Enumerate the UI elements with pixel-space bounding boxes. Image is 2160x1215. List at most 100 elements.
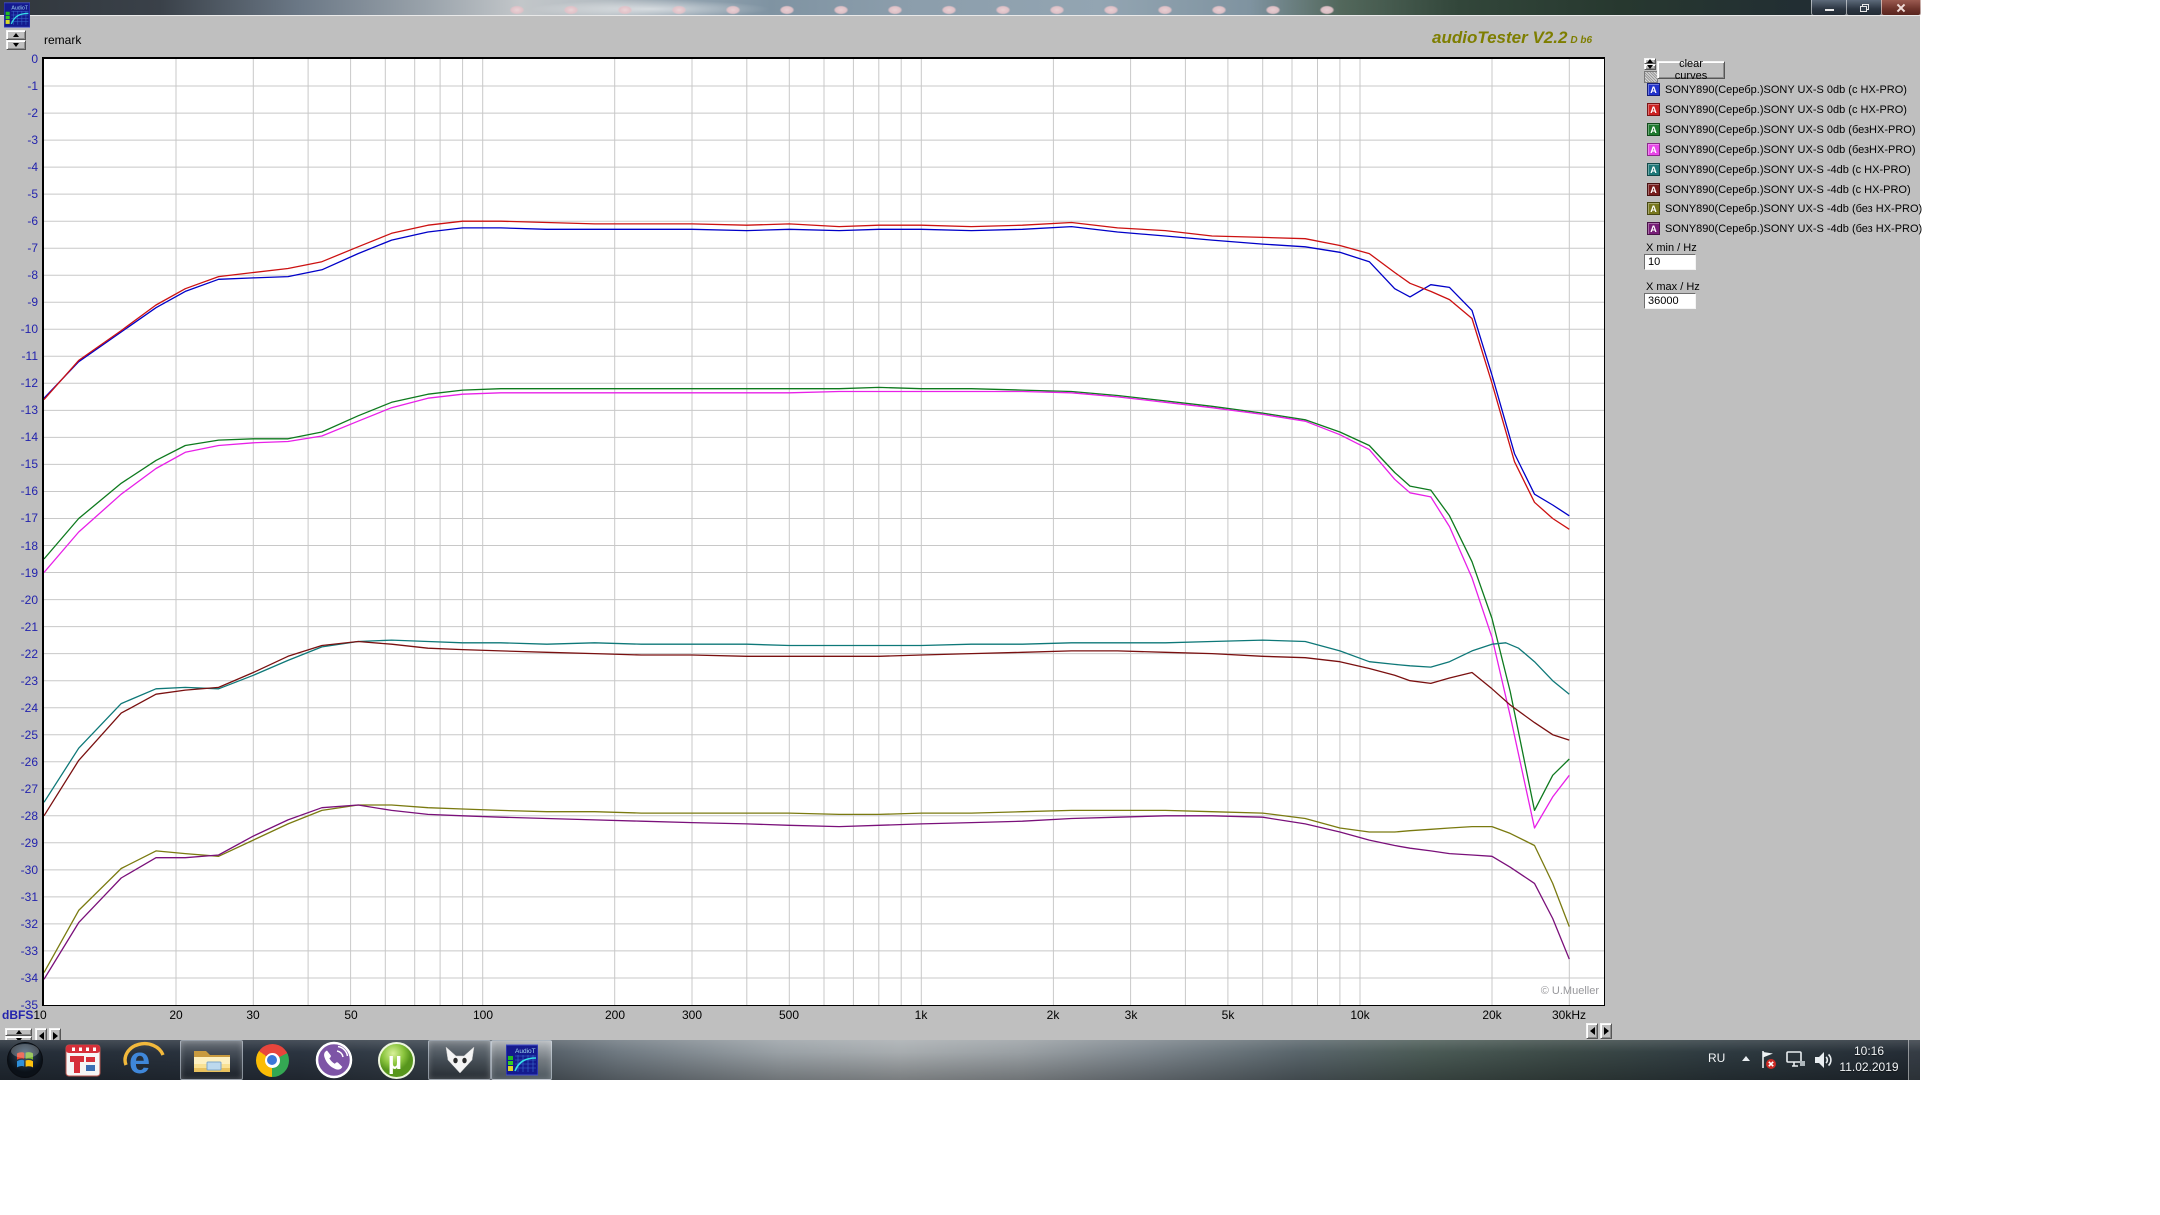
x-tick-label: 10k (1350, 1008, 1370, 1022)
action-center-flag-icon[interactable] (1756, 1049, 1778, 1076)
curve-color-badge-icon: A (1647, 202, 1660, 215)
legend-item[interactable]: A SONY890(Серебр.)SONY UX-S -4db (с HX-PR… (1647, 162, 1911, 177)
curve-color-badge-icon: A (1647, 103, 1660, 116)
scroll-left-button-right[interactable] (1586, 1023, 1598, 1039)
x-tick-label: 50 (344, 1008, 358, 1022)
legend-item[interactable]: A SONY890(Серебр.)SONY UX-S -4db (без HX-… (1647, 221, 1922, 236)
y-tick-label: -12 (20, 376, 38, 390)
y-tick-label: -1 (27, 79, 38, 93)
taskbar: e µ AudioT (0, 1040, 1920, 1080)
x-tick-label: 500 (778, 1008, 800, 1022)
y-tick-label: -24 (20, 701, 38, 715)
taskbar-item-audiotester[interactable]: AudioT (491, 1040, 552, 1080)
taskbar-item-start[interactable] (4, 1040, 46, 1080)
legend-item-label: SONY890(Серебр.)SONY UX-S -4db (без HX-P… (1665, 202, 1923, 215)
desktop-canvas: remark audioTester V2.2 D b6 0 -1 -2 -3 -4 -5 -… (0, 0, 2160, 1215)
curve-color-badge-icon: A (1647, 143, 1660, 156)
legend-item[interactable]: A SONY890(Серебр.)SONY UX-S 0db (с HX-PRO… (1647, 82, 1907, 97)
curve-color-badge-icon: A (1647, 163, 1660, 176)
legend-item[interactable]: A SONY890(Серебр.)SONY UX-S 0db (безHX-PR… (1647, 142, 1915, 157)
clock-date: 11.02.2019 (1839, 1060, 1899, 1074)
copyright-label: © U.Mueller (1540, 985, 1599, 997)
taskbar-item-utorrent[interactable]: µ (371, 1040, 421, 1080)
app-title-suffix: D b6 (1570, 35, 1593, 46)
y-tick-label: -17 (20, 511, 38, 525)
y-tick-label: -6 (27, 214, 38, 228)
x-zoom-in-button[interactable] (5, 1028, 32, 1036)
y-tick-label: -28 (20, 809, 38, 823)
clock-time: 10:16 (1853, 1044, 1885, 1058)
x-tick-label: 30kHz (1551, 1008, 1586, 1022)
hidden-icons-chevron-icon[interactable] (1742, 1056, 1750, 1061)
y-tick-label: 0 (31, 52, 38, 66)
y-tick-label: -32 (20, 917, 38, 931)
y-tick-label: -5 (27, 187, 38, 201)
tray-clock[interactable]: 10:16 11.02.2019 (1830, 1043, 1908, 1075)
spinner-down-icon[interactable] (6, 40, 26, 50)
curve-color-badge-icon: A (1647, 222, 1660, 235)
y-tick-label: -9 (27, 295, 38, 309)
y-tick-label: -19 (20, 566, 38, 580)
legend-item-label: SONY890(Серебр.)SONY UX-S 0db (безHX-PRO… (1665, 143, 1916, 156)
window-titlebar[interactable] (0, 0, 1920, 15)
legend-item-label: SONY890(Серебр.)SONY UX-S -4db (с HX-PRO… (1665, 183, 1911, 196)
audiotester-app-icon[interactable]: AudioT (3, 2, 31, 28)
taskbar-item-foobar2000[interactable] (428, 1040, 491, 1080)
clear-curves-button[interactable]: clear curves (1657, 58, 1725, 82)
y-tick-label: -34 (20, 971, 38, 985)
y-tick-label: -3 (27, 133, 38, 147)
scroll-right-button-right[interactable] (1600, 1023, 1612, 1039)
x-max-input[interactable] (1644, 293, 1696, 309)
x-tick-label: 3k (1124, 1008, 1138, 1022)
y-tick-label: -23 (20, 674, 38, 688)
wallpaper-blobs (505, 4, 1350, 15)
legend-item-label: SONY890(Серебр.)SONY UX-S 0db (с HX-PRO) (1665, 103, 1907, 116)
legend-spinner[interactable] (1644, 58, 1656, 70)
remark-spinner[interactable] (6, 30, 26, 50)
x-min-input[interactable] (1644, 254, 1696, 270)
taskbar-item-explorer[interactable] (180, 1040, 243, 1080)
legend-item[interactable]: A SONY890(Серебр.)SONY UX-S 0db (с HX-PRO… (1647, 102, 1907, 117)
app-title: audioTester V2.2 D b6 (1432, 28, 1593, 47)
x-tick-label: 20k (1482, 1008, 1502, 1022)
y-tick-label: -30 (20, 863, 38, 877)
taskbar-item-calendar[interactable] (60, 1040, 106, 1080)
legend-item[interactable]: A SONY890(Серебр.)SONY UX-S -4db (без HX-… (1647, 201, 1922, 216)
legend-item[interactable]: A SONY890(Серебр.)SONY UX-S -4db (с HX-PR… (1647, 182, 1911, 197)
y-tick-label: -14 (20, 430, 38, 444)
close-button-icon[interactable] (1881, 0, 1921, 16)
y-tick-label: -2 (27, 106, 38, 120)
taskbar-item-internet-explorer[interactable]: e (118, 1040, 170, 1080)
legend-item[interactable]: A SONY890(Серебр.)SONY UX-S 0db (безHX-PR… (1647, 122, 1915, 137)
x-tick-label: 300 (681, 1008, 703, 1022)
legend-item-label: SONY890(Серебр.)SONY UX-S 0db (с HX-PRO) (1665, 83, 1907, 96)
curve-color-badge-icon: A (1647, 83, 1660, 96)
y-tick-label: -25 (20, 728, 38, 742)
screen: remark audioTester V2.2 D b6 0 -1 -2 -3 -4 -5 -… (0, 0, 1922, 1080)
spinner-up-icon[interactable] (6, 30, 26, 40)
curve-color-badge-icon: A (1647, 183, 1660, 196)
y-tick-label: -11 (21, 349, 38, 363)
y-tick-label: -8 (27, 268, 38, 282)
taskbar-item-chrome[interactable] (247, 1040, 297, 1080)
y-tick-label: -29 (20, 836, 38, 850)
minimize-button-icon[interactable] (1811, 0, 1847, 16)
y-tick-label: -22 (20, 647, 38, 661)
language-indicator[interactable]: RU (1708, 1051, 1725, 1065)
x-tick-label: 1k (914, 1008, 928, 1022)
restore-button-icon[interactable] (1846, 0, 1882, 16)
y-tick-label: -26 (20, 755, 38, 769)
x-tick-label: 10 (33, 1008, 47, 1022)
svg-text:AudioT: AudioT (515, 1048, 536, 1055)
y-tick-label: -16 (20, 484, 38, 498)
y-tick-label: -15 (20, 457, 38, 471)
taskbar-item-viber[interactable] (309, 1040, 359, 1080)
show-desktop-button[interactable] (1908, 1040, 1920, 1080)
y-tick-label: -7 (27, 241, 38, 255)
legend-item-label: SONY890(Серебр.)SONY UX-S -4db (без HX-P… (1665, 222, 1923, 235)
x-min-label: X min / Hz (1646, 242, 1697, 254)
svg-text:µ: µ (388, 1048, 402, 1075)
y-tick-label: -33 (20, 944, 38, 958)
y-tick-label: -31 (20, 890, 38, 904)
network-icon[interactable] (1784, 1049, 1808, 1076)
